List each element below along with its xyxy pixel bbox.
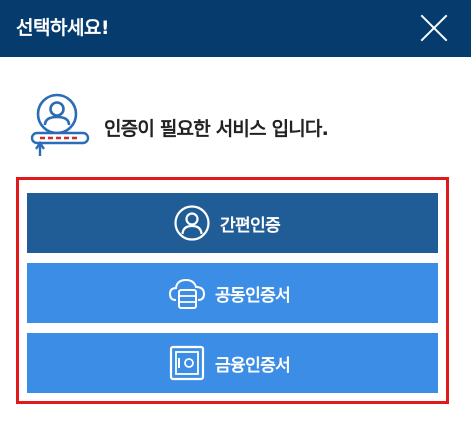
option-label: 금융인증서: [215, 355, 291, 376]
cloud-server-icon: [168, 278, 206, 309]
notice-text: 인증이 필요한 서비스 입니다.: [104, 118, 329, 140]
option-label: 간편인증: [220, 215, 281, 236]
select-auth-dialog: 선택하세요! 인증이 필요한 서비스 입니다. 간편인증 공동인증서 금융인증서: [0, 0, 471, 424]
simple-auth-button[interactable]: 간편인증: [27, 193, 438, 253]
joint-certificate-button[interactable]: 공동인증서: [27, 263, 438, 323]
auth-options-box: 간편인증 공동인증서 금융인증서: [16, 177, 449, 404]
dialog-title: 선택하세요!: [16, 17, 110, 39]
safe-icon: [169, 345, 205, 381]
dialog-header: 선택하세요!: [0, 0, 471, 57]
option-label: 공동인증서: [215, 285, 291, 306]
financial-certificate-button[interactable]: 금융인증서: [27, 333, 438, 393]
user-circle-icon: [174, 205, 210, 241]
user-authentication-icon: [30, 93, 90, 156]
close-icon[interactable]: [418, 12, 450, 44]
